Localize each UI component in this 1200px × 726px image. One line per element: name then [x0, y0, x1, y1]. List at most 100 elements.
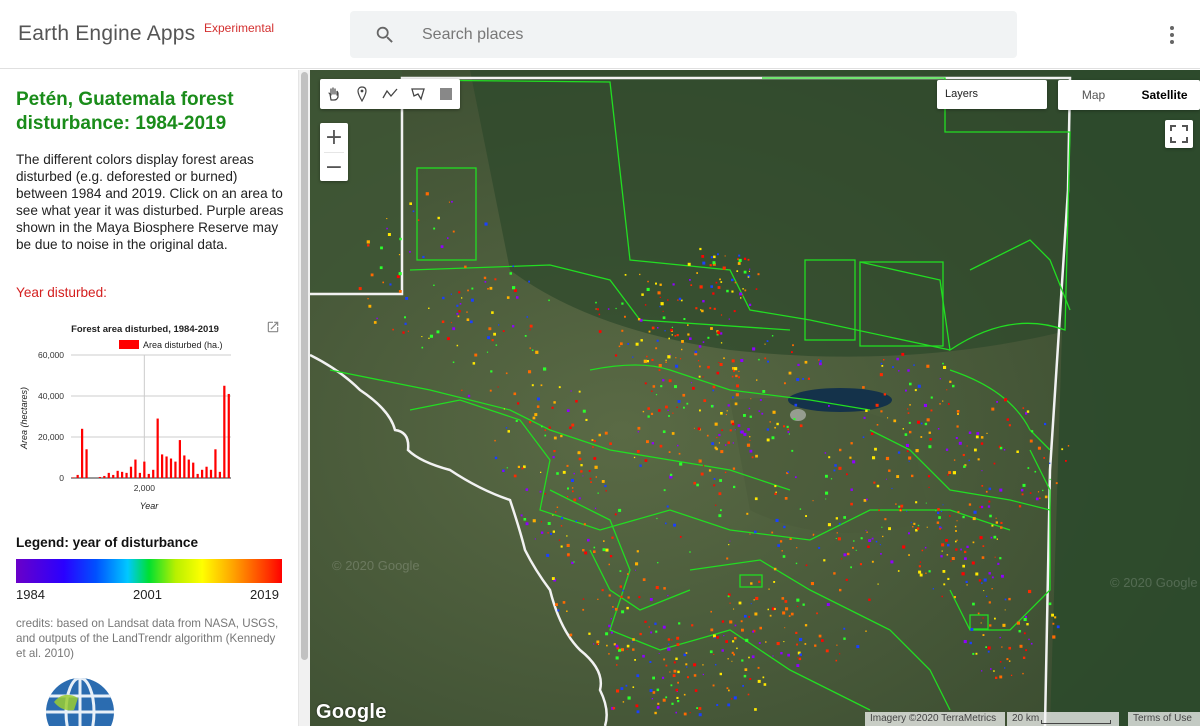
disturbance-pixel	[987, 646, 991, 650]
disturbance-pixel	[718, 514, 722, 518]
chart-bar[interactable]	[169, 458, 173, 478]
chart-bar[interactable]	[134, 459, 137, 478]
chart-bar[interactable]	[85, 449, 88, 478]
search-icon[interactable]	[374, 24, 396, 46]
disturbance-pixel	[812, 534, 814, 536]
chart-bar[interactable]	[218, 471, 221, 478]
disturbance-pixel	[783, 641, 785, 643]
chart-bar[interactable]	[209, 469, 213, 478]
chart-bar[interactable]	[178, 440, 181, 478]
map-type-satellite-button[interactable]: Satellite	[1129, 80, 1200, 110]
chart-bar[interactable]	[81, 428, 84, 478]
disturbance-pixel	[788, 371, 792, 375]
disturbance-pixel	[639, 632, 642, 636]
legend-title: Legend: year of disturbance	[16, 535, 199, 550]
zoom-in-button[interactable]: +	[320, 123, 348, 152]
disturbance-pixel	[919, 561, 922, 563]
disturbance-pixel	[977, 612, 980, 615]
chart-bar[interactable]	[174, 461, 177, 478]
scrollbar-thumb[interactable]	[301, 72, 308, 660]
disturbance-pixel	[838, 466, 842, 470]
point-tool-button[interactable]	[348, 79, 376, 109]
search-box[interactable]	[350, 11, 1017, 58]
disturbance-pixel	[702, 673, 704, 676]
disturbance-pixel	[693, 481, 696, 485]
disturbance-pixel	[366, 240, 370, 244]
terms-of-use-link[interactable]: Terms of Use	[1128, 712, 1200, 726]
chart-bar[interactable]	[227, 393, 230, 478]
chart-bar[interactable]	[121, 471, 124, 478]
disturbance-pixel	[982, 617, 984, 619]
pan-tool-button[interactable]	[320, 79, 348, 109]
chart-bar[interactable]	[205, 466, 208, 478]
disturbance-pixel	[879, 544, 881, 546]
chart-bar[interactable]	[192, 462, 195, 478]
open-in-new-icon[interactable]	[266, 320, 280, 334]
disturbance-pixel	[633, 456, 636, 459]
disturbance-pixel	[924, 422, 928, 426]
disturbance-pixel	[986, 595, 988, 597]
disturbance-pixel	[735, 393, 739, 397]
brand-title[interactable]: Earth Engine Apps	[18, 22, 195, 46]
line-tool-button[interactable]	[376, 79, 404, 109]
disturbance-pixel	[662, 379, 665, 382]
disturbance-pixel	[726, 687, 729, 690]
chart-bar[interactable]	[152, 469, 155, 478]
more-options-icon[interactable]	[1162, 24, 1182, 46]
disturbance-pixel	[937, 511, 940, 514]
disturbance-pixel	[663, 658, 666, 661]
disturbance-pixel	[517, 402, 520, 405]
sidebar-scrollbar[interactable]	[298, 70, 310, 726]
chart-bar[interactable]	[183, 455, 186, 478]
disturbance-pixel	[937, 508, 940, 511]
map-type-map-button[interactable]: Map	[1058, 80, 1129, 110]
disturbance-pixel	[759, 399, 762, 401]
disturbance-pixel	[593, 550, 596, 553]
disturbance-pixel	[784, 627, 786, 629]
disturbance-pixel	[678, 452, 681, 455]
disturbance-pixel	[799, 653, 802, 656]
polygon-tool-button[interactable]	[404, 79, 432, 109]
chart-bar[interactable]	[147, 473, 150, 478]
chart-bar[interactable]	[214, 449, 217, 478]
disturbance-pixel	[1049, 478, 1051, 481]
rectangle-tool-button[interactable]	[432, 79, 460, 109]
chart-bar[interactable]	[161, 454, 164, 478]
chart-bar[interactable]	[112, 474, 115, 478]
fullscreen-button[interactable]	[1165, 120, 1193, 148]
chart-bar[interactable]	[116, 470, 119, 478]
layers-dropdown[interactable]: Layers	[937, 80, 1047, 109]
chart-bar[interactable]	[76, 474, 79, 478]
chart-bar[interactable]	[187, 459, 190, 478]
disturbance-pixel	[502, 470, 505, 472]
disturbance-pixel	[698, 460, 700, 462]
chart-bar[interactable]	[196, 473, 199, 478]
chart-bar[interactable]	[156, 418, 159, 478]
disturbance-pixel	[671, 639, 673, 641]
disturbance-pixel	[956, 425, 959, 428]
disturbance-pixel	[720, 450, 724, 454]
chart-bar[interactable]	[98, 476, 101, 478]
chart-bar[interactable]	[129, 466, 133, 478]
disturbance-pixel	[642, 410, 645, 413]
disturbance-pixel	[938, 516, 941, 519]
polyline-icon	[382, 88, 398, 99]
disturbance-pixel	[748, 270, 750, 272]
chart-bar[interactable]	[165, 456, 168, 478]
chart-bar[interactable]	[138, 472, 141, 478]
map-canvas[interactable]: + − Layers Map Satellite © 2020 Google ©…	[310, 70, 1200, 726]
chart-bar[interactable]	[103, 475, 106, 478]
disturbance-pixel	[740, 297, 742, 299]
disturbance-pixel	[662, 625, 666, 629]
chart-bar[interactable]	[107, 472, 110, 478]
search-input[interactable]	[420, 19, 984, 51]
chart-bar[interactable]	[125, 472, 128, 478]
zoom-out-button[interactable]: −	[320, 153, 348, 182]
chart-bar[interactable]	[223, 385, 226, 478]
chart-bar[interactable]	[143, 461, 146, 478]
disturbance-pixel	[1028, 638, 1030, 641]
disturbance-pixel	[993, 670, 995, 672]
disturbance-pixel	[991, 524, 994, 527]
chart-bar[interactable]	[201, 469, 204, 478]
chart-bar[interactable]	[72, 477, 75, 478]
